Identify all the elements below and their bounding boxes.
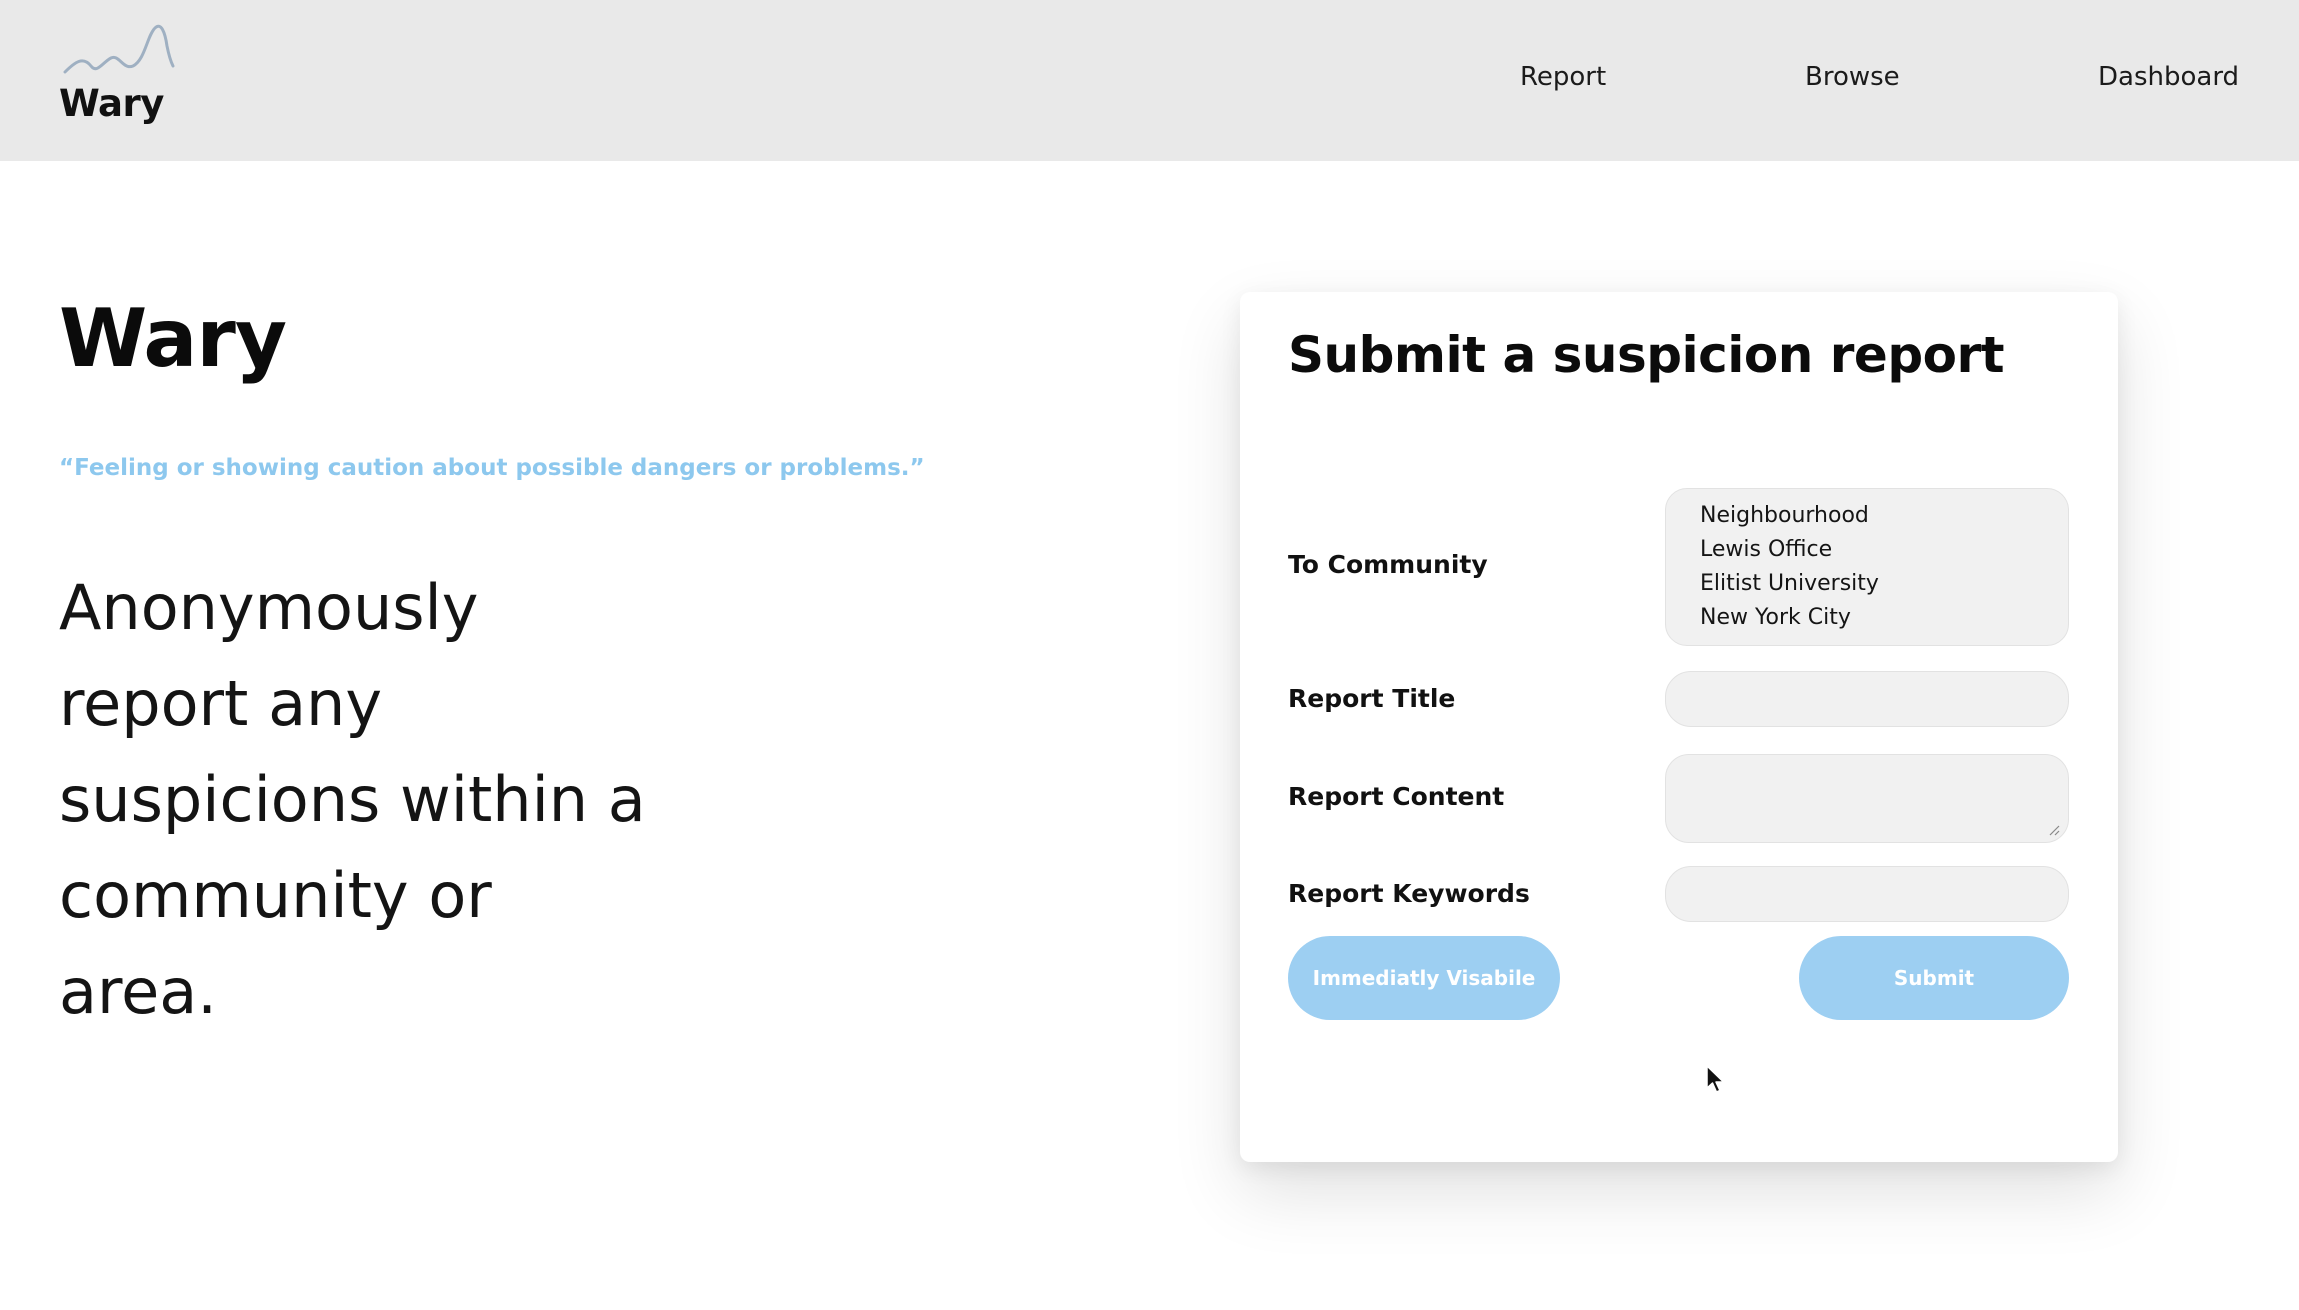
hero-quote: “Feeling or showing caution about possib… — [59, 455, 925, 481]
nav-browse-link[interactable]: Browse — [1805, 62, 1900, 92]
community-label: To Community — [1288, 550, 1488, 579]
submit-button[interactable]: Submit — [1799, 936, 2069, 1020]
report-title-label: Report Title — [1288, 684, 1456, 713]
report-title-input[interactable] — [1665, 671, 2069, 727]
form-title: Submit a suspicion report — [1288, 326, 2005, 384]
report-content-textarea[interactable] — [1665, 754, 2069, 843]
report-keywords-label: Report Keywords — [1288, 879, 1530, 908]
community-option[interactable]: Elitist University — [1700, 567, 2068, 601]
navbar: Wary Report Browse Dashboard — [0, 0, 2299, 161]
community-option[interactable]: Lewis Office — [1700, 533, 2068, 567]
report-form-card: Submit a suspicion report To Community N… — [1240, 292, 2118, 1162]
mouse-pointer-icon — [1706, 1065, 1725, 1093]
logo-text: Wary — [59, 82, 164, 125]
community-option[interactable]: New York City — [1700, 601, 2068, 635]
wave-logo-icon — [63, 24, 175, 74]
nav-report-link[interactable]: Report — [1520, 62, 1606, 92]
hero-title: Wary — [59, 292, 287, 385]
report-keywords-input[interactable] — [1665, 866, 2069, 922]
community-select[interactable]: Neighbourhood Lewis Office Elitist Unive… — [1665, 488, 2069, 646]
logo[interactable]: Wary — [59, 22, 179, 132]
hero-tagline: Anonymously report any suspicions within… — [59, 571, 646, 1028]
resize-handle-icon[interactable] — [2048, 824, 2060, 836]
page: Wary Report Browse Dashboard Wary “Feeli… — [0, 0, 2299, 1310]
immediately-visible-button[interactable]: Immediatly Visabile — [1288, 936, 1560, 1020]
community-option[interactable]: Neighbourhood — [1700, 499, 2068, 533]
nav-dashboard-link[interactable]: Dashboard — [2098, 62, 2239, 92]
report-content-label: Report Content — [1288, 782, 1505, 811]
